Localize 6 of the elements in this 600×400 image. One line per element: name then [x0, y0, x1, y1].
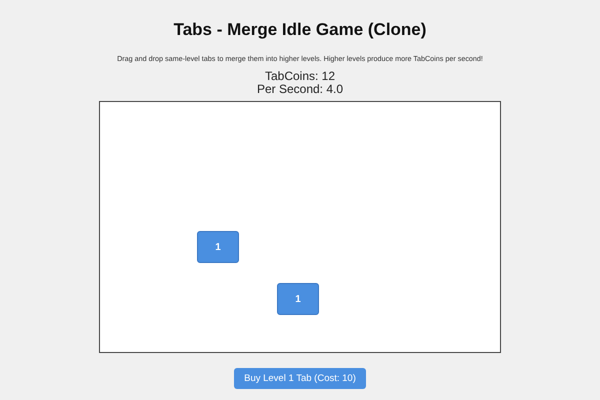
tab-tile[interactable]: 1: [197, 231, 239, 263]
per-second-rate: Per Second: 4.0: [256, 83, 344, 96]
tab-tile[interactable]: 1: [277, 283, 319, 315]
buy-tab-button[interactable]: Buy Level 1 Tab (Cost: 10): [234, 368, 366, 389]
coins-counter: TabCoins: 12: [264, 70, 336, 83]
page-title: Tabs - Merge Idle Game (Clone): [174, 20, 426, 40]
